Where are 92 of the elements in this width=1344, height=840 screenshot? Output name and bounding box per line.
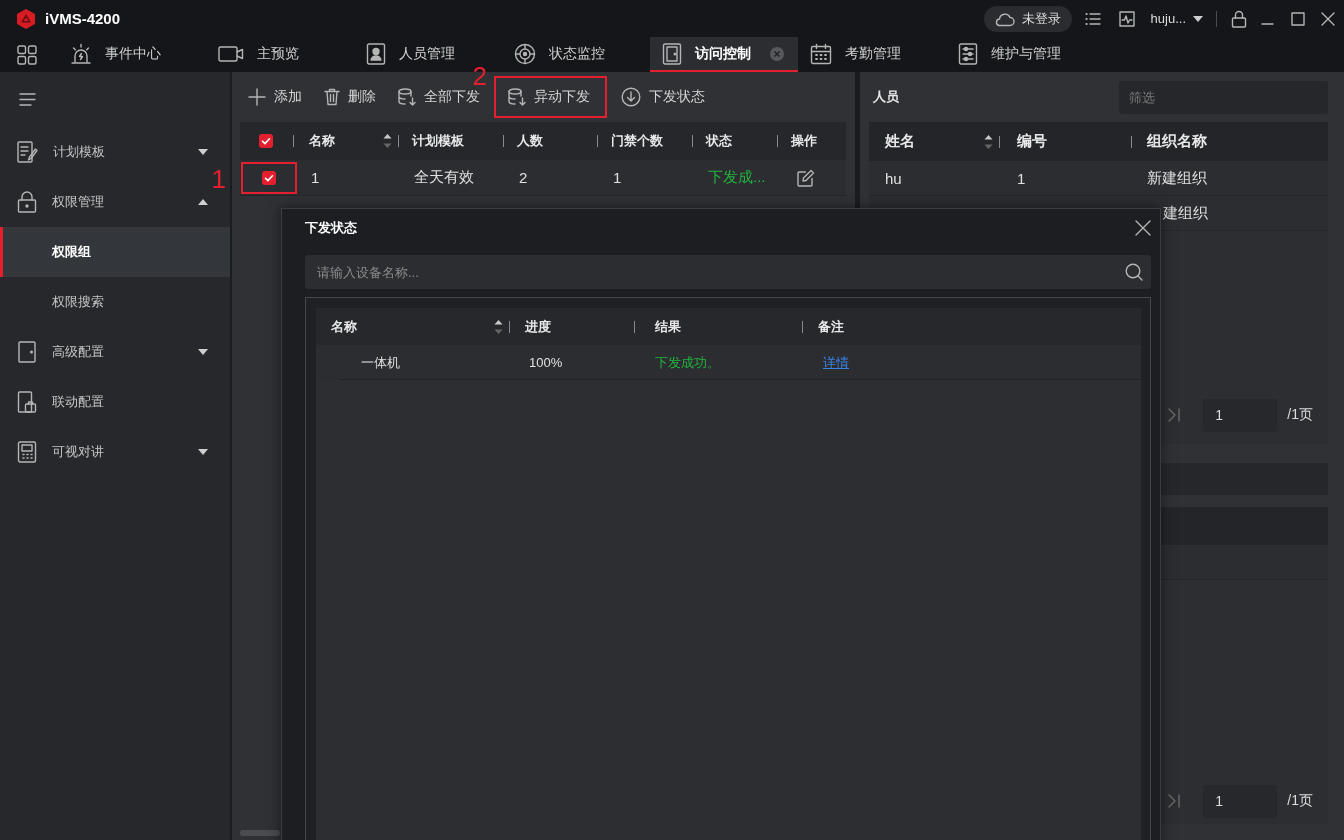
- table-cell: 2: [519, 169, 528, 186]
- checkbox[interactable]: [259, 134, 273, 148]
- minimize-icon[interactable]: [1261, 22, 1274, 25]
- target-icon: [514, 42, 536, 65]
- page-field[interactable]: 1: [1203, 398, 1278, 432]
- search-field[interactable]: 请输入设备名称...: [305, 255, 1151, 289]
- door-icon: [662, 42, 682, 65]
- filter-field[interactable]: 筛选: [1119, 80, 1328, 114]
- delete-button[interactable]: 删除: [324, 81, 376, 113]
- close-icon[interactable]: [1321, 11, 1335, 26]
- table-cell: 新建组织: [1147, 168, 1207, 188]
- nav-tab[interactable]: 状态监控: [502, 37, 650, 72]
- nav-tab[interactable]: 主预览: [206, 37, 354, 72]
- lock-icon[interactable]: [1231, 9, 1247, 28]
- siren-icon: [70, 42, 92, 65]
- intercom-icon: [17, 441, 37, 463]
- nav-tab[interactable]: 考勤管理: [798, 37, 946, 72]
- pulse-chart-icon[interactable]: [1118, 10, 1135, 27]
- caret-icon: [1193, 15, 1203, 22]
- page-field[interactable]: 1: [1203, 784, 1278, 818]
- column-header: 进度: [525, 317, 551, 336]
- sort-icon[interactable]: [383, 133, 392, 149]
- sliders-document-icon: [958, 42, 978, 65]
- database-arrow-icon: [508, 88, 526, 106]
- details-link[interactable]: 详情: [823, 353, 849, 372]
- page-total: /1页: [1287, 406, 1313, 424]
- sidebar-subitem[interactable]: 权限搜索: [0, 277, 230, 327]
- status-text: 下发成...: [708, 168, 766, 187]
- column-header: 结果: [655, 317, 681, 336]
- column-header: 操作: [791, 132, 817, 150]
- page-total: /1页: [1287, 792, 1313, 810]
- checkbox[interactable]: [262, 170, 276, 185]
- nav-tab[interactable]: 事件中心: [58, 37, 206, 72]
- table-cell: 1: [1017, 169, 1026, 187]
- calendar-icon: [810, 42, 832, 65]
- column-header: 编号: [1017, 132, 1047, 151]
- nav-tab[interactable]: 访问控制: [650, 37, 798, 72]
- close-icon[interactable]: [1135, 220, 1151, 236]
- callout-number: 1: [211, 165, 226, 192]
- add-button[interactable]: 添加: [248, 81, 302, 113]
- column-header: 名称: [309, 132, 335, 150]
- table-cell: 全天有效: [414, 168, 474, 187]
- menu-icon[interactable]: [19, 93, 36, 106]
- person-card-icon: [366, 42, 386, 65]
- column-header: 状态: [706, 132, 732, 150]
- table-cell: 1: [311, 169, 320, 186]
- column-header: 组织名称: [1147, 132, 1207, 151]
- apply-changes-button[interactable]: 异动下发: [508, 81, 590, 113]
- table-cell: 建组织: [1163, 203, 1208, 223]
- door-icon: [17, 341, 37, 363]
- table-cell: hu: [885, 169, 902, 187]
- dialog-title: 下发状态: [305, 219, 357, 237]
- last-page-icon[interactable]: [1168, 408, 1181, 422]
- download-circle-icon: [621, 87, 641, 107]
- plus-icon: [248, 88, 266, 106]
- camera-icon: [218, 44, 244, 63]
- lock-icon: [17, 191, 37, 213]
- user-menu[interactable]: huju...: [1150, 11, 1203, 26]
- status-button[interactable]: 下发状态: [621, 81, 705, 113]
- table-cell: 100%: [529, 355, 563, 370]
- sort-icon[interactable]: [494, 318, 503, 335]
- sidebar-item[interactable]: 高级配置: [0, 327, 230, 377]
- last-page-icon[interactable]: [1168, 794, 1181, 808]
- table-cell: 一体机: [361, 353, 400, 372]
- status-text: 下发成功。: [655, 353, 720, 372]
- device-icon: [17, 391, 37, 413]
- grid-icon[interactable]: [17, 44, 37, 65]
- database-arrow-icon: [398, 88, 416, 106]
- document-pen-icon: [17, 141, 38, 163]
- column-header: 计划模板: [412, 132, 464, 150]
- app-title: iVMS-4200: [45, 10, 121, 27]
- search-icon[interactable]: [1125, 263, 1143, 281]
- callout-number: 2: [472, 63, 487, 89]
- trash-icon: [324, 88, 340, 106]
- column-header: 备注: [818, 317, 844, 336]
- column-header: 门禁个数: [611, 132, 663, 150]
- column-header: 名称: [331, 317, 357, 336]
- panel-title: 人员: [873, 88, 899, 106]
- sort-icon[interactable]: [984, 133, 993, 150]
- column-header: 人数: [517, 132, 543, 150]
- scrollbar-thumb[interactable]: [240, 830, 280, 836]
- table-cell: 1: [613, 169, 622, 186]
- column-header: 姓名: [885, 132, 915, 151]
- cloud-login-button[interactable]: 未登录: [983, 5, 1072, 32]
- maximize-icon[interactable]: [1291, 11, 1305, 26]
- sidebar-subitem[interactable]: 权限组: [0, 227, 230, 277]
- logo-icon: [15, 7, 37, 30]
- list-icon[interactable]: [1084, 11, 1101, 26]
- sidebar-item[interactable]: 联动配置: [0, 377, 230, 427]
- nav-tab[interactable]: 维护与管理: [946, 37, 1094, 72]
- edit-icon[interactable]: [797, 168, 815, 187]
- sidebar-item[interactable]: 可视对讲: [0, 427, 230, 477]
